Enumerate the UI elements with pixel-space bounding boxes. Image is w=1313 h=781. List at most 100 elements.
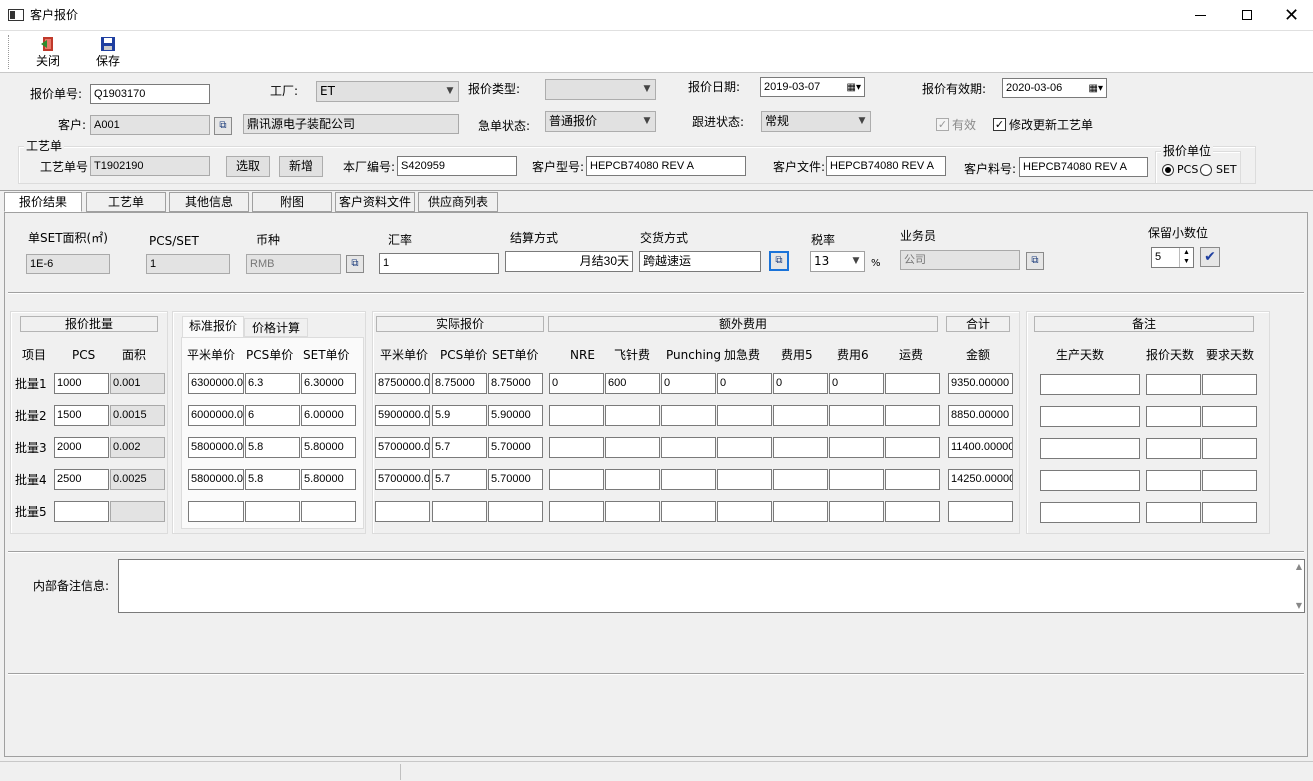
cust-part-field[interactable]: HEPCB74080 REV A: [1019, 157, 1148, 177]
pcs-price-cell[interactable]: 5.8: [245, 469, 300, 490]
urgent-fee-cell[interactable]: [717, 501, 772, 522]
unit-pcs-radio[interactable]: [1162, 164, 1174, 176]
fee6-cell[interactable]: [829, 437, 884, 458]
close-window-icon[interactable]: ✕: [1270, 0, 1313, 31]
shipping-cell[interactable]: [885, 469, 940, 490]
pcs-cell[interactable]: 2500: [54, 469, 109, 490]
punching-cell[interactable]: [661, 501, 716, 522]
actual-sqm-price-cell[interactable]: 5700000.0: [375, 437, 430, 458]
prod-days-cell[interactable]: [1040, 438, 1140, 459]
fee5-cell[interactable]: [773, 501, 828, 522]
actual-sqm-price-cell[interactable]: 5900000.0: [375, 405, 430, 426]
new-craft-button[interactable]: 新增: [279, 156, 323, 177]
quote-date-picker[interactable]: 2019-03-07 ▦▾: [760, 77, 865, 97]
pcs-price-cell[interactable]: 6: [245, 405, 300, 426]
quote-days-cell[interactable]: [1146, 438, 1201, 459]
nre-cell[interactable]: [549, 437, 604, 458]
nre-cell[interactable]: [549, 405, 604, 426]
amount-cell[interactable]: [948, 501, 1013, 522]
actual-sqm-price-cell[interactable]: [375, 501, 430, 522]
quote-no-field[interactable]: Q1903170: [90, 84, 210, 104]
nre-cell[interactable]: [549, 501, 604, 522]
amount-cell[interactable]: 14250.00000: [948, 469, 1013, 490]
spin-down-icon[interactable]: ▼: [1179, 257, 1193, 267]
req-days-cell[interactable]: [1202, 438, 1257, 459]
punching-cell[interactable]: [661, 469, 716, 490]
sqm-price-cell[interactable]: 5800000.0: [188, 469, 244, 490]
factory-no-field[interactable]: S420959: [397, 156, 517, 176]
urgent-fee-cell[interactable]: 0: [717, 373, 772, 394]
sqm-price-cell[interactable]: 6300000.0: [188, 373, 244, 394]
pcs-price-cell[interactable]: 5.8: [245, 437, 300, 458]
pcs-cell[interactable]: 1500: [54, 405, 109, 426]
nre-cell[interactable]: [549, 469, 604, 490]
cust-model-field[interactable]: HEPCB74080 REV A: [586, 156, 746, 176]
set-price-cell[interactable]: 5.80000: [301, 469, 356, 490]
valid-checkbox[interactable]: ✓: [936, 118, 949, 131]
fly-probe-cell[interactable]: [605, 501, 660, 522]
actual-set-price-cell[interactable]: 5.70000: [488, 469, 543, 490]
tab-quote-result[interactable]: 报价结果: [4, 192, 82, 212]
actual-pcs-price-cell[interactable]: 5.7: [432, 437, 487, 458]
prod-days-cell[interactable]: [1040, 502, 1140, 523]
maximize-icon[interactable]: [1224, 0, 1270, 31]
actual-pcs-price-cell[interactable]: 5.7: [432, 469, 487, 490]
quote-type-select[interactable]: ▼: [545, 79, 656, 100]
delivery-field[interactable]: 跨越速运: [639, 251, 761, 272]
fee6-cell[interactable]: [829, 501, 884, 522]
sqm-price-cell[interactable]: 6000000.0: [188, 405, 244, 426]
select-craft-button[interactable]: 选取: [226, 156, 270, 177]
shipping-cell[interactable]: [885, 373, 940, 394]
actual-pcs-price-cell[interactable]: [432, 501, 487, 522]
nre-cell[interactable]: 0: [549, 373, 604, 394]
close-button[interactable]: 关闭: [30, 34, 66, 70]
shipping-cell[interactable]: [885, 437, 940, 458]
tab-customer-files[interactable]: 客户资料文件: [335, 192, 415, 212]
actual-pcs-price-cell[interactable]: 5.9: [432, 405, 487, 426]
set-price-cell[interactable]: 5.80000: [301, 437, 356, 458]
currency-lookup-icon[interactable]: ⧉: [346, 255, 364, 273]
req-days-cell[interactable]: [1202, 502, 1257, 523]
rate-field[interactable]: 1: [379, 253, 499, 274]
spin-up-icon[interactable]: ▲: [1179, 248, 1193, 257]
actual-set-price-cell[interactable]: [488, 501, 543, 522]
tax-select[interactable]: 13 ▼: [810, 251, 865, 272]
urgent-fee-cell[interactable]: [717, 469, 772, 490]
set-price-cell[interactable]: [301, 501, 356, 522]
prod-days-cell[interactable]: [1040, 374, 1140, 395]
factory-select[interactable]: ET ▼: [316, 81, 459, 102]
tab-price-calc[interactable]: 价格计算: [244, 318, 308, 337]
tab-craft[interactable]: 工艺单: [86, 192, 166, 212]
actual-sqm-price-cell[interactable]: 5700000.0: [375, 469, 430, 490]
quote-days-cell[interactable]: [1146, 406, 1201, 427]
fee6-cell[interactable]: 0: [829, 373, 884, 394]
decimals-stepper[interactable]: 5 ▲ ▼: [1151, 247, 1194, 268]
update-craft-checkbox[interactable]: ✓: [993, 118, 1006, 131]
req-days-cell[interactable]: [1202, 406, 1257, 427]
tab-supplier-list[interactable]: 供应商列表: [418, 192, 498, 212]
prod-days-cell[interactable]: [1040, 406, 1140, 427]
punching-cell[interactable]: [661, 405, 716, 426]
pcs-cell[interactable]: [54, 501, 109, 522]
quote-days-cell[interactable]: [1146, 374, 1201, 395]
scroll-up-icon[interactable]: ▲: [1296, 562, 1302, 571]
tab-attachment[interactable]: 附图: [252, 192, 332, 212]
actual-set-price-cell[interactable]: 5.90000: [488, 405, 543, 426]
cust-file-field[interactable]: HEPCB74080 REV A: [826, 156, 946, 176]
actual-pcs-price-cell[interactable]: 8.75000: [432, 373, 487, 394]
actual-sqm-price-cell[interactable]: 8750000.0: [375, 373, 430, 394]
save-button[interactable]: 保存: [90, 34, 126, 70]
valid-until-picker[interactable]: 2020-03-06 ▦▾: [1002, 78, 1107, 98]
apply-decimals-icon[interactable]: ✔: [1200, 247, 1220, 267]
fee5-cell[interactable]: [773, 437, 828, 458]
fly-probe-cell[interactable]: 600: [605, 373, 660, 394]
sqm-price-cell[interactable]: 5800000.0: [188, 437, 244, 458]
fee5-cell[interactable]: 0: [773, 373, 828, 394]
tab-std-price[interactable]: 标准报价: [182, 316, 244, 337]
delivery-lookup-icon[interactable]: ⧉: [769, 251, 789, 271]
prod-days-cell[interactable]: [1040, 470, 1140, 491]
actual-set-price-cell[interactable]: 8.75000: [488, 373, 543, 394]
scroll-down-icon[interactable]: ▼: [1296, 601, 1302, 610]
punching-cell[interactable]: 0: [661, 373, 716, 394]
pcs-price-cell[interactable]: 6.3: [245, 373, 300, 394]
